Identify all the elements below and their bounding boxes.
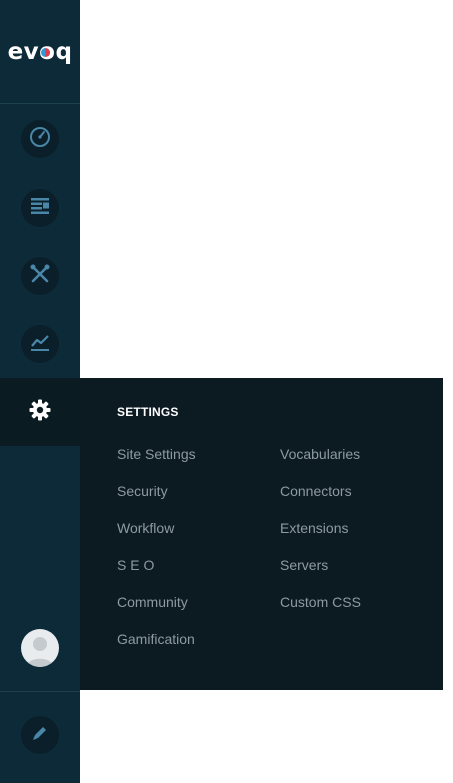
- menu-link-workflow[interactable]: Workflow: [117, 520, 174, 536]
- sidebar-divider: [0, 103, 80, 104]
- menu-link-servers[interactable]: Servers: [280, 557, 328, 573]
- sidebar: evoq: [0, 0, 80, 783]
- sidebar-item-analytics[interactable]: [0, 310, 80, 378]
- menu-link-vocabularies[interactable]: Vocabularies: [280, 446, 360, 462]
- menu-link-seo[interactable]: S E O: [117, 557, 154, 573]
- menu-link-security[interactable]: Security: [117, 483, 168, 499]
- menu-link-community[interactable]: Community: [117, 594, 188, 610]
- sidebar-divider-bottom: [0, 691, 80, 692]
- edit-mode-button[interactable]: [0, 701, 80, 769]
- sidebar-item-content[interactable]: [0, 174, 80, 242]
- content-icon: [29, 195, 51, 222]
- sidebar-item-tools[interactable]: [0, 242, 80, 310]
- menu-link-custom-css[interactable]: Custom CSS: [280, 594, 361, 610]
- menu-link-connectors[interactable]: Connectors: [280, 483, 352, 499]
- tools-icon: [29, 263, 51, 290]
- sidebar-item-settings[interactable]: [0, 378, 80, 446]
- logo-text: evoq: [7, 38, 73, 65]
- user-avatar-icon: [21, 637, 59, 667]
- user-avatar[interactable]: [21, 629, 59, 667]
- flyout-title: SETTINGS: [117, 405, 179, 419]
- analytics-chart-icon: [29, 331, 51, 358]
- settings-flyout-menu: SETTINGS Site Settings Security Workflow…: [80, 378, 443, 690]
- menu-link-gamification[interactable]: Gamification: [117, 631, 195, 647]
- menu-link-extensions[interactable]: Extensions: [280, 520, 348, 536]
- pencil-edit-icon: [31, 724, 49, 747]
- evoq-logo[interactable]: evoq: [0, 0, 80, 103]
- settings-gear-icon: [28, 398, 52, 427]
- dashboard-gauge-icon: [29, 126, 51, 153]
- menu-link-site-settings[interactable]: Site Settings: [117, 446, 196, 462]
- sidebar-item-dashboard[interactable]: [0, 105, 80, 173]
